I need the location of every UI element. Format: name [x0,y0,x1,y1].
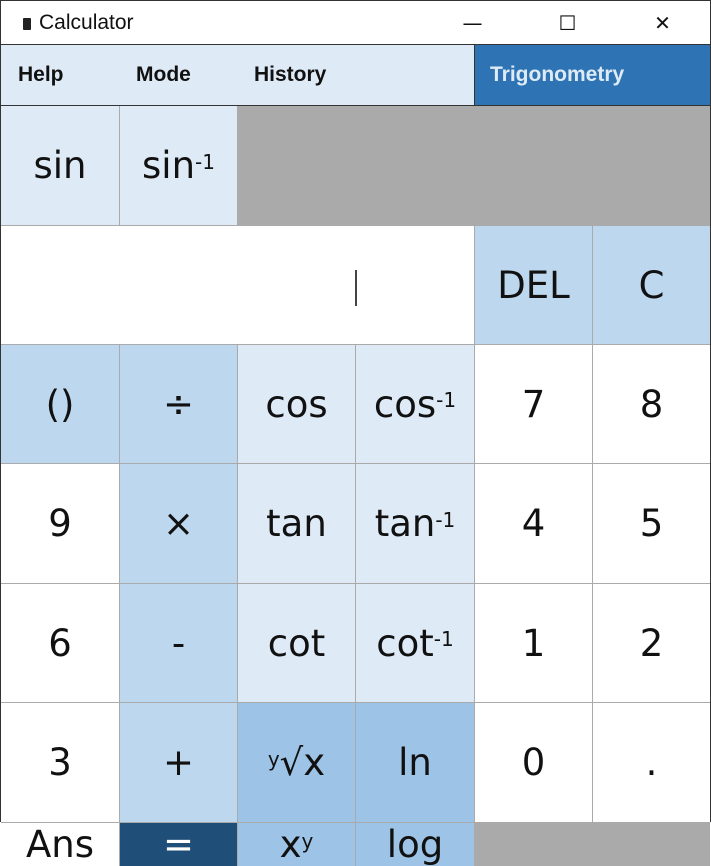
decimal-button[interactable]: . [593,703,710,822]
atan-button[interactable]: tan -1 [356,464,474,583]
menu-help[interactable]: Help [1,45,119,105]
ans-button[interactable]: Ans [1,823,119,866]
menu-history[interactable]: History [237,45,355,105]
ln-button[interactable]: ln [356,703,474,822]
keypad: sin sin -1 DEL C() ÷ cos cos -1 7 8 9 × tan tan -1 4 5 6- c… [1,106,710,866]
calculator-window: Calculator — ☐ ✕ Help Mode History Trigo… [0,0,711,866]
divide-button[interactable]: ÷ [120,345,237,463]
digit-0-button[interactable]: 0 [475,703,592,822]
menu-mode[interactable]: Mode [119,45,237,105]
parentheses-button[interactable]: () [1,345,119,463]
maximize-button[interactable]: ☐ [520,11,615,35]
window-title: Calculator [39,10,134,34]
digit-9-button[interactable]: 9 [1,464,119,583]
digit-8-button[interactable]: 8 [593,345,710,463]
equals-button[interactable]: = [120,823,237,866]
log-button[interactable]: log [356,823,474,866]
text-cursor [355,270,357,306]
clear-button[interactable]: C [593,226,710,344]
yth-root-button[interactable]: y √x [238,703,355,822]
digit-1-button[interactable]: 1 [475,584,592,702]
digit-6-button[interactable]: 6 [1,584,119,702]
delete-button[interactable]: DEL [475,226,592,344]
digit-2-button[interactable]: 2 [593,584,710,702]
multiply-button[interactable]: × [120,464,237,583]
calculator-icon [23,17,31,30]
add-button[interactable]: + [120,703,237,822]
digit-4-button[interactable]: 4 [475,464,592,583]
power-button[interactable]: xy [238,823,355,866]
cot-button[interactable]: cot [238,584,355,702]
digit-7-button[interactable]: 7 [475,345,592,463]
tab-trigonometry[interactable]: Trigonometry [474,45,710,105]
digit-3-button[interactable]: 3 [1,703,119,822]
asin-button[interactable]: sin -1 [120,106,237,225]
sin-button[interactable]: sin [1,106,119,225]
acos-button[interactable]: cos -1 [356,345,474,463]
subtract-button[interactable]: - [120,584,237,702]
digit-5-button[interactable]: 5 [593,464,710,583]
tan-button[interactable]: tan [238,464,355,583]
minimize-button[interactable]: — [425,11,520,35]
menu-bar: Help Mode History Trigonometry [1,45,710,106]
cos-button[interactable]: cos [238,345,355,463]
close-button[interactable]: ✕ [615,11,710,35]
title-bar: Calculator — ☐ ✕ [1,1,710,45]
display-field[interactable] [1,226,474,344]
acot-button[interactable]: cot -1 [356,584,474,702]
